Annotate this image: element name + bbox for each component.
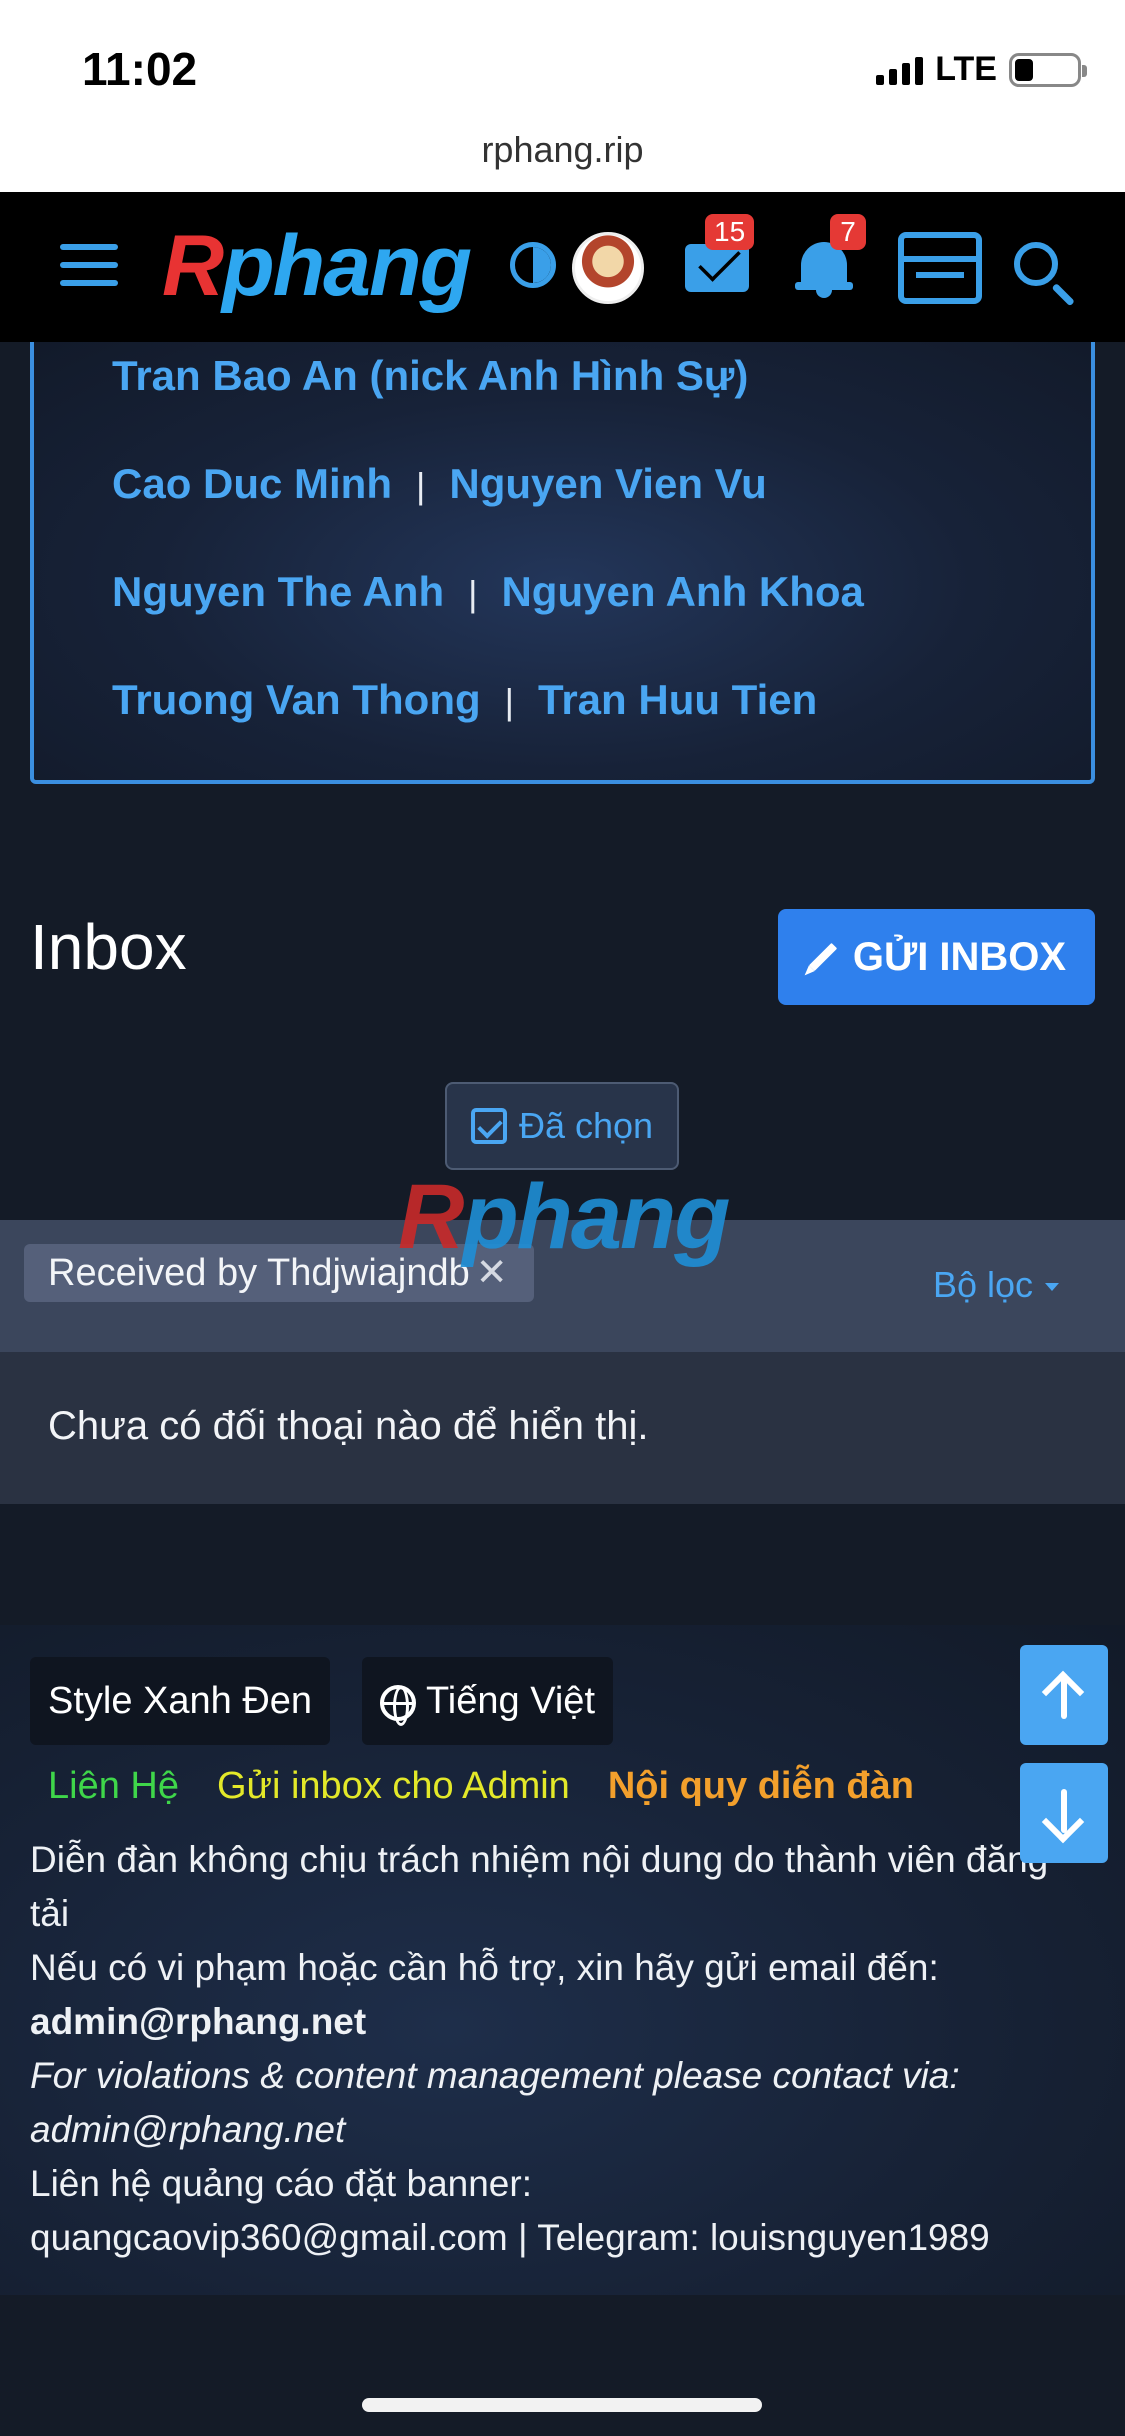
names-row: Truong Van Thong | Tran Huu Tien — [112, 676, 817, 724]
empty-state: Chưa có đối thoại nào để hiển thị. — [0, 1352, 1125, 1504]
pencil-icon — [808, 942, 838, 972]
site-logo[interactable]: Rphang — [162, 217, 472, 316]
checkbox-icon — [470, 1108, 507, 1144]
network-type: LTE — [935, 50, 997, 88]
names-row: Cao Duc Minh | Nguyen Vien Vu — [112, 460, 767, 508]
style-chooser-button[interactable]: Style Xanh Đen — [30, 1657, 331, 1745]
battery-icon — [1009, 52, 1087, 87]
name-separator: | — [504, 681, 514, 722]
footer: Style Xanh Đen Tiếng Việt Liên Hệ Gửi inb… — [0, 1625, 1125, 2295]
ads-text: Liên hệ quảng cáo đặt banner: — [30, 2163, 532, 2204]
mail-badge: 15 — [705, 214, 755, 250]
support-email[interactable]: admin@rphang.net — [30, 1995, 1050, 2049]
names-row: Nguyen The Anh | Nguyen Anh Khoa — [112, 568, 864, 616]
send-inbox-label: GỬI INBOX — [852, 934, 1067, 979]
admin-inbox-link[interactable]: Gửi inbox cho Admin — [217, 1765, 570, 1807]
language-label: Tiếng Việt — [426, 1680, 595, 1722]
menu-icon[interactable] — [60, 244, 118, 298]
selected-button[interactable]: Đã chọn — [445, 1082, 679, 1170]
status-time: 11:02 — [82, 43, 198, 95]
disclaimer-text: Diễn đàn không chịu trách nhiệm nội dung… — [30, 1839, 1049, 1934]
scroll-bottom-button[interactable] — [1020, 1763, 1108, 1863]
notification-badge: 7 — [830, 214, 866, 250]
name-link[interactable]: Truong Van Thong — [112, 676, 481, 723]
site-header: Rphang 15 7 — [0, 192, 1125, 342]
status-indicators: LTE — [876, 50, 1087, 89]
name-separator: | — [416, 465, 426, 506]
name-link[interactable]: Nguyen Anh Khoa — [501, 568, 863, 615]
status-bar: 11:02 LTE — [0, 0, 1125, 120]
name-link[interactable]: Nguyen Vien Vu — [449, 460, 766, 507]
globe-icon — [380, 1684, 416, 1726]
theme-toggle-icon[interactable] — [510, 242, 556, 288]
signal-icon — [876, 55, 924, 85]
ads-contact: quangcaovip360@gmail.com | Telegram: lou… — [30, 2217, 990, 2258]
url-bar[interactable]: rphang.rip — [0, 120, 1125, 192]
name-link[interactable]: Nguyen The Anh — [112, 568, 444, 615]
avatar[interactable] — [572, 232, 644, 304]
url-text: rphang.rip — [481, 129, 644, 170]
name-link[interactable]: Cao Duc Minh — [112, 460, 392, 507]
footer-links: Liên Hệ Gửi inbox cho Admin Nội quy diễn đ… — [48, 1765, 952, 1808]
footer-text: Diễn đàn không chịu trách nhiệm nội dung… — [30, 1833, 1050, 2265]
filter-dropdown[interactable]: Bộ lọc — [933, 1264, 1060, 1306]
caret-down-icon — [1045, 1283, 1060, 1292]
names-row: Tran Bao An (nick Anh Hình Sự) — [112, 352, 748, 400]
support-text: Nếu có vi phạm hoặc cần hỗ trợ, xin hãy … — [30, 1947, 939, 1988]
violations-email[interactable]: admin@rphang.net — [30, 2103, 1050, 2157]
name-link[interactable]: Tran Huu Tien — [538, 676, 817, 723]
name-link[interactable]: Tran Bao An (nick Anh Hình Sự) — [112, 352, 748, 399]
scroll-top-button[interactable] — [1020, 1645, 1108, 1745]
page-title: Inbox — [30, 911, 187, 983]
selected-label: Đã chọn — [518, 1105, 654, 1146]
violations-text: For violations & content management plea… — [30, 2055, 960, 2096]
names-box: Tran Bao An (nick Anh Hình Sự) Cao Duc M… — [30, 342, 1095, 784]
mail-icon[interactable] — [685, 244, 749, 292]
rules-link[interactable]: Nội quy diễn đàn — [608, 1765, 914, 1807]
contact-link[interactable]: Liên Hệ — [48, 1765, 179, 1807]
language-chooser-button[interactable]: Tiếng Việt — [362, 1657, 613, 1745]
empty-message: Chưa có đối thoại nào để hiển thị. — [48, 1404, 649, 1448]
filter-dropdown-label: Bộ lọc — [933, 1264, 1034, 1305]
send-inbox-button[interactable]: GỬI INBOX — [778, 909, 1095, 1005]
name-separator: | — [468, 573, 478, 614]
search-icon[interactable] — [1014, 242, 1058, 286]
store-icon[interactable] — [898, 232, 982, 304]
home-indicator[interactable] — [362, 2398, 762, 2412]
watermark-logo: Rphang — [398, 1166, 730, 1268]
